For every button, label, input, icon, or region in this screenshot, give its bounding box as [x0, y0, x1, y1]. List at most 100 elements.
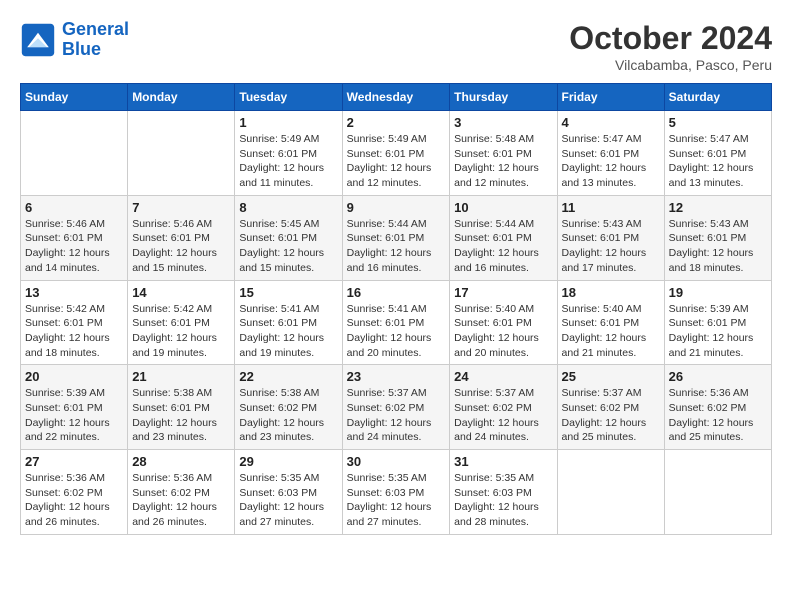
day-info: Sunrise: 5:46 AM Sunset: 6:01 PM Dayligh… — [132, 217, 230, 276]
day-info: Sunrise: 5:37 AM Sunset: 6:02 PM Dayligh… — [347, 386, 446, 445]
day-cell: 12 Sunrise: 5:43 AM Sunset: 6:01 PM Dayli… — [664, 195, 771, 280]
day-number: 31 — [454, 454, 552, 469]
weekday-header-saturday: Saturday — [664, 84, 771, 111]
day-cell: 21 Sunrise: 5:38 AM Sunset: 6:01 PM Dayli… — [128, 365, 235, 450]
logo: General Blue — [20, 20, 129, 60]
logo-text: General Blue — [62, 20, 129, 60]
calendar: SundayMondayTuesdayWednesdayThursdayFrid… — [20, 83, 772, 535]
day-cell: 4Sunrise: 5:47 AM Sunset: 6:01 PM Daylig… — [557, 111, 664, 196]
day-info: Sunrise: 5:48 AM Sunset: 6:01 PM Dayligh… — [454, 132, 552, 191]
day-info: Sunrise: 5:43 AM Sunset: 6:01 PM Dayligh… — [562, 217, 660, 276]
day-number: 18 — [562, 285, 660, 300]
weekday-header-row: SundayMondayTuesdayWednesdayThursdayFrid… — [21, 84, 772, 111]
day-cell — [557, 450, 664, 535]
day-cell: 13 Sunrise: 5:42 AM Sunset: 6:01 PM Dayli… — [21, 280, 128, 365]
day-info: Sunrise: 5:44 AM Sunset: 6:01 PM Dayligh… — [454, 217, 552, 276]
day-info: Sunrise: 5:49 AM Sunset: 6:01 PM Dayligh… — [347, 132, 446, 191]
day-number: 5 — [669, 115, 767, 130]
weekday-header-friday: Friday — [557, 84, 664, 111]
day-cell: 3 Sunrise: 5:48 AM Sunset: 6:01 PM Daylig… — [450, 111, 557, 196]
day-cell: 11 Sunrise: 5:43 AM Sunset: 6:01 PM Dayli… — [557, 195, 664, 280]
logo-line2: Blue — [62, 39, 101, 59]
day-cell: 6 Sunrise: 5:46 AM Sunset: 6:01 PM Daylig… — [21, 195, 128, 280]
day-number: 6 — [25, 200, 123, 215]
day-cell: 25 Sunrise: 5:37 AM Sunset: 6:02 PM Dayli… — [557, 365, 664, 450]
day-info: Sunrise: 5:47 AM Sunset: 6:01 PM Dayligh… — [562, 132, 660, 191]
day-number: 15 — [239, 285, 337, 300]
day-info: Sunrise: 5:35 AM Sunset: 6:03 PM Dayligh… — [454, 471, 552, 530]
day-cell: 5 Sunrise: 5:47 AM Sunset: 6:01 PM Daylig… — [664, 111, 771, 196]
day-cell: 30 Sunrise: 5:35 AM Sunset: 6:03 PM Dayli… — [342, 450, 450, 535]
day-info: Sunrise: 5:41 AM Sunset: 6:01 PM Dayligh… — [239, 302, 337, 361]
day-cell: 29 Sunrise: 5:35 AM Sunset: 6:03 PM Dayli… — [235, 450, 342, 535]
day-number: 9 — [347, 200, 446, 215]
day-number: 26 — [669, 369, 767, 384]
day-number: 13 — [25, 285, 123, 300]
weekday-header-thursday: Thursday — [450, 84, 557, 111]
day-cell: 27Sunrise: 5:36 AM Sunset: 6:02 PM Dayli… — [21, 450, 128, 535]
day-number: 28 — [132, 454, 230, 469]
day-info: Sunrise: 5:41 AM Sunset: 6:01 PM Dayligh… — [347, 302, 446, 361]
day-info: Sunrise: 5:35 AM Sunset: 6:03 PM Dayligh… — [239, 471, 337, 530]
day-info: Sunrise: 5:46 AM Sunset: 6:01 PM Dayligh… — [25, 217, 123, 276]
weekday-header-wednesday: Wednesday — [342, 84, 450, 111]
day-number: 11 — [562, 200, 660, 215]
day-cell: 10 Sunrise: 5:44 AM Sunset: 6:01 PM Dayli… — [450, 195, 557, 280]
day-cell: 8Sunrise: 5:45 AM Sunset: 6:01 PM Daylig… — [235, 195, 342, 280]
day-number: 22 — [239, 369, 337, 384]
day-cell: 22Sunrise: 5:38 AM Sunset: 6:02 PM Dayli… — [235, 365, 342, 450]
title-block: October 2024 Vilcabamba, Pasco, Peru — [569, 20, 772, 73]
day-cell: 28 Sunrise: 5:36 AM Sunset: 6:02 PM Dayli… — [128, 450, 235, 535]
day-cell: 20Sunrise: 5:39 AM Sunset: 6:01 PM Dayli… — [21, 365, 128, 450]
day-number: 10 — [454, 200, 552, 215]
day-cell: 15 Sunrise: 5:41 AM Sunset: 6:01 PM Dayli… — [235, 280, 342, 365]
day-info: Sunrise: 5:40 AM Sunset: 6:01 PM Dayligh… — [454, 302, 552, 361]
day-number: 17 — [454, 285, 552, 300]
day-number: 19 — [669, 285, 767, 300]
day-info: Sunrise: 5:44 AM Sunset: 6:01 PM Dayligh… — [347, 217, 446, 276]
day-info: Sunrise: 5:35 AM Sunset: 6:03 PM Dayligh… — [347, 471, 446, 530]
week-row-3: 13 Sunrise: 5:42 AM Sunset: 6:01 PM Dayli… — [21, 280, 772, 365]
day-cell: 17 Sunrise: 5:40 AM Sunset: 6:01 PM Dayli… — [450, 280, 557, 365]
day-number: 20 — [25, 369, 123, 384]
logo-icon — [20, 22, 56, 58]
day-number: 27 — [25, 454, 123, 469]
day-info: Sunrise: 5:45 AM Sunset: 6:01 PM Dayligh… — [239, 217, 337, 276]
day-info: Sunrise: 5:40 AM Sunset: 6:01 PM Dayligh… — [562, 302, 660, 361]
day-number: 23 — [347, 369, 446, 384]
day-number: 12 — [669, 200, 767, 215]
day-cell: 23 Sunrise: 5:37 AM Sunset: 6:02 PM Dayli… — [342, 365, 450, 450]
day-number: 3 — [454, 115, 552, 130]
day-cell — [664, 450, 771, 535]
day-number: 30 — [347, 454, 446, 469]
day-cell — [128, 111, 235, 196]
day-info: Sunrise: 5:36 AM Sunset: 6:02 PM Dayligh… — [132, 471, 230, 530]
day-info: Sunrise: 5:43 AM Sunset: 6:01 PM Dayligh… — [669, 217, 767, 276]
weekday-header-monday: Monday — [128, 84, 235, 111]
day-number: 14 — [132, 285, 230, 300]
day-cell: 1Sunrise: 5:49 AM Sunset: 6:01 PM Daylig… — [235, 111, 342, 196]
day-number: 29 — [239, 454, 337, 469]
day-cell: 19 Sunrise: 5:39 AM Sunset: 6:01 PM Dayli… — [664, 280, 771, 365]
weekday-header-tuesday: Tuesday — [235, 84, 342, 111]
logo-line1: General — [62, 19, 129, 39]
day-info: Sunrise: 5:42 AM Sunset: 6:01 PM Dayligh… — [132, 302, 230, 361]
day-number: 1 — [239, 115, 337, 130]
day-cell: 14 Sunrise: 5:42 AM Sunset: 6:01 PM Dayli… — [128, 280, 235, 365]
week-row-4: 20Sunrise: 5:39 AM Sunset: 6:01 PM Dayli… — [21, 365, 772, 450]
day-number: 25 — [562, 369, 660, 384]
day-info: Sunrise: 5:38 AM Sunset: 6:01 PM Dayligh… — [132, 386, 230, 445]
day-number: 21 — [132, 369, 230, 384]
day-info: Sunrise: 5:42 AM Sunset: 6:01 PM Dayligh… — [25, 302, 123, 361]
day-info: Sunrise: 5:37 AM Sunset: 6:02 PM Dayligh… — [562, 386, 660, 445]
day-number: 16 — [347, 285, 446, 300]
day-cell: 9 Sunrise: 5:44 AM Sunset: 6:01 PM Daylig… — [342, 195, 450, 280]
day-info: Sunrise: 5:39 AM Sunset: 6:01 PM Dayligh… — [669, 302, 767, 361]
day-cell: 26 Sunrise: 5:36 AM Sunset: 6:02 PM Dayli… — [664, 365, 771, 450]
day-cell: 31 Sunrise: 5:35 AM Sunset: 6:03 PM Dayli… — [450, 450, 557, 535]
day-cell: 18 Sunrise: 5:40 AM Sunset: 6:01 PM Dayli… — [557, 280, 664, 365]
day-cell: 7Sunrise: 5:46 AM Sunset: 6:01 PM Daylig… — [128, 195, 235, 280]
day-info: Sunrise: 5:47 AM Sunset: 6:01 PM Dayligh… — [669, 132, 767, 191]
subtitle: Vilcabamba, Pasco, Peru — [569, 57, 772, 73]
day-info: Sunrise: 5:36 AM Sunset: 6:02 PM Dayligh… — [669, 386, 767, 445]
